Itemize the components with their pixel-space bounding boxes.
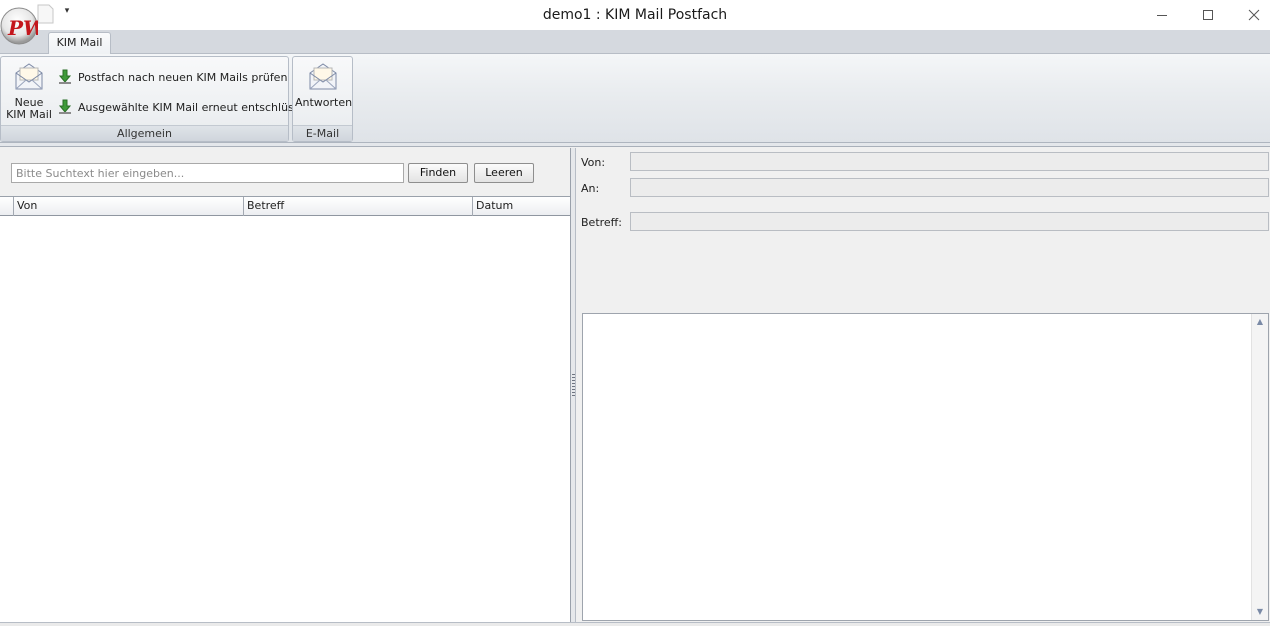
to-field [630,178,1269,197]
to-label: An: [581,182,600,195]
column-header-von[interactable]: Von [14,197,244,216]
envelope-icon [309,63,337,90]
subject-label: Betreff: [581,216,622,229]
minimize-icon [1157,15,1167,16]
tab-kim-mail[interactable]: KIM Mail [48,32,111,55]
new-kim-mail-label: Neue KIM Mail [6,96,52,121]
scroll-up-arrow-icon[interactable]: ▲ [1252,314,1268,330]
window-title: demo1 : KIM Mail Postfach [542,7,728,23]
group-caption-allgemein: Allgemein [1,125,288,141]
ribbon-tab-strip: KIM Mail [0,30,1270,55]
subject-field [630,212,1269,231]
title-bar: ▾ demo1 : KIM Mail Postfach [0,0,1270,30]
ribbon-group-allgemein: Neue KIM Mail Postfach nach neuen KIM Ma… [0,56,316,142]
application-menu-logo[interactable]: PW [0,2,48,46]
group-caption-email: E-Mail [293,125,352,141]
download-arrow-icon [58,69,72,84]
table-header: Von Betreff Datum [0,197,570,216]
maximize-icon [1203,10,1213,20]
new-kim-mail-button[interactable]: Neue KIM Mail [3,61,55,121]
reply-label: Antworten [295,96,353,109]
close-button[interactable] [1231,0,1270,30]
maximize-button[interactable] [1185,0,1231,30]
column-header-datum[interactable]: Datum [473,197,570,216]
ribbon-group-email: Antworten E-Mail [292,56,353,142]
decrypt-again-label: Ausgewählte KIM Mail erneut entschlüssel… [78,100,317,114]
check-mailbox-button[interactable]: Postfach nach neuen KIM Mails prüfen [57,67,287,87]
scroll-down-arrow-icon[interactable]: ▼ [1252,604,1268,620]
mail-body-viewer[interactable]: ▲ ▼ [582,313,1269,621]
envelope-icon [15,63,43,90]
logo-text: PW [7,16,38,40]
download-arrow-icon [58,99,72,114]
pane-splitter[interactable] [571,148,576,622]
window-bottom-border [0,622,1270,626]
minimize-button[interactable] [1139,0,1185,30]
ribbon: Neue KIM Mail Postfach nach neuen KIM Ma… [0,54,1270,143]
search-input[interactable] [11,163,404,183]
mail-list-pane: Finden Leeren Von Betreff Datum [0,148,571,622]
decrypt-again-button[interactable]: Ausgewählte KIM Mail erneut entschlüssel… [57,97,316,117]
close-icon [1248,9,1260,21]
from-field [630,152,1269,171]
vertical-scrollbar[interactable]: ▲ ▼ [1251,314,1268,620]
ribbon-separator [0,143,1270,147]
clear-button[interactable]: Leeren [474,163,534,183]
row-indicator-header [0,197,14,216]
check-mailbox-label: Postfach nach neuen KIM Mails prüfen [78,70,288,84]
find-button[interactable]: Finden [408,163,468,183]
from-label: Von: [581,156,606,169]
mail-list-table[interactable]: Von Betreff Datum [0,196,570,622]
splitter-grip-icon[interactable] [572,374,575,396]
mail-detail-pane: Von: An: Betreff: ▲ ▼ [577,148,1270,622]
column-header-betreff[interactable]: Betreff [244,197,473,216]
reply-button[interactable]: Antworten [295,61,353,109]
